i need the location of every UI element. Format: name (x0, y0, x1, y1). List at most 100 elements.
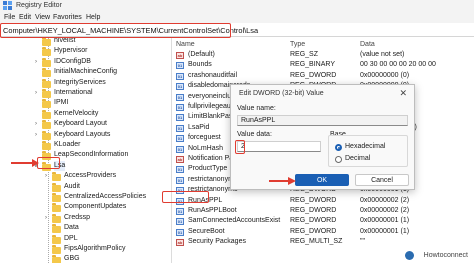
tree-item[interactable]: GBG (0, 254, 171, 263)
value-data-label: Value data: (237, 131, 272, 138)
hexadecimal-label[interactable]: Hexadecimal (345, 143, 385, 150)
tree-item[interactable]: CentralizedAccessPolicies (0, 192, 171, 202)
chevron-right-icon[interactable]: › (32, 57, 40, 67)
lsa-arrow-icon (11, 159, 39, 167)
ok-button[interactable]: OK (295, 174, 349, 186)
tree-item-label: AccessProviders (64, 172, 117, 180)
value-name-field[interactable]: RunAsPPL (237, 115, 408, 126)
folder-icon (52, 245, 61, 254)
tree-item-label: International (54, 89, 93, 96)
tree-item[interactable]: › Credssp (0, 213, 171, 223)
binary-value-icon: 01 (176, 166, 184, 174)
address-highlight (0, 23, 231, 38)
close-icon[interactable]: ✕ (399, 88, 407, 99)
cancel-button[interactable]: Cancel (355, 174, 409, 186)
tree-item[interactable]: KLoader (0, 140, 171, 150)
folder-icon (42, 99, 51, 109)
binary-value-icon: 01 (176, 176, 184, 184)
binary-value-icon: 01 (176, 72, 184, 80)
value-type: REG_DWORD (290, 207, 337, 214)
tree-item[interactable]: Hypervisor (0, 46, 171, 57)
value-data: 0x00000001 (1) (360, 227, 410, 235)
value-name: ProductType (188, 165, 228, 173)
tree-item-label: IntegrityServices (54, 78, 106, 86)
column-data[interactable]: Data (360, 41, 375, 48)
menu-help[interactable]: Help (86, 14, 100, 21)
binary-value-icon: 01 (176, 62, 184, 70)
value-data: 0x00000001 (1) (360, 217, 410, 225)
value-row[interactable]: 01 SamConnectedAccountsExist REG_DWORD 0x00… (173, 216, 474, 226)
folder-icon (42, 68, 51, 78)
value-name-label: Value name: (237, 105, 276, 112)
value-row[interactable]: 01 RunAsPPL REG_DWORD 0x00000002 (2) (173, 196, 474, 206)
value-type: REG_DWORD (290, 196, 337, 204)
value-row[interactable]: 01 crashonauditfail REG_DWORD 0x00000000 (0… (173, 71, 474, 81)
tree-item[interactable]: Data (0, 223, 171, 234)
tree-item[interactable]: DPL (0, 234, 171, 244)
value-row[interactable]: 01 SecureBoot REG_DWORD 0x00000001 (1) (173, 227, 474, 237)
tree-item-label: KernelVelocity (54, 109, 99, 117)
value-row[interactable]: 01 Bounds REG_BINARY 00 30 00 00 00 20 00 0… (173, 60, 474, 70)
tree-item-label: DPL (64, 234, 78, 242)
tree-item-label: IDConfigDB (54, 57, 91, 65)
value-data-highlight (235, 140, 245, 154)
binary-value-icon: 01 (176, 228, 184, 236)
menu-file[interactable]: File (4, 14, 15, 21)
binary-value-icon: 01 (176, 114, 184, 122)
chevron-right-icon[interactable]: › (42, 171, 50, 181)
tree-item[interactable]: IPMI (0, 98, 171, 109)
value-row[interactable]: 01 RunAsPPLBoot REG_DWORD 0x00000002 (2) (173, 206, 474, 216)
tree-item[interactable]: InitialMachineConfig (0, 67, 171, 78)
value-type: REG_DWORD (290, 227, 337, 235)
folder-icon (42, 38, 51, 46)
chevron-right-icon[interactable]: › (32, 88, 40, 98)
tree-item-label: Credssp (64, 213, 91, 221)
value-type: REG_DWORD (290, 217, 337, 225)
tree-item[interactable]: FipsAlgorithmPolicy (0, 244, 171, 254)
value-data-field[interactable]: 2 (237, 141, 321, 152)
tree-item-label: ComponentUpdates (64, 203, 127, 211)
tree-item[interactable]: › IDConfigDB (0, 57, 171, 67)
menu-edit[interactable]: Edit (19, 14, 31, 21)
hexadecimal-radio[interactable] (335, 144, 342, 151)
chevron-right-icon[interactable]: › (32, 119, 40, 129)
value-data: 00 30 00 00 00 20 00 00 (360, 61, 436, 69)
tree-item[interactable]: ComponentUpdates (0, 202, 171, 213)
tree-item[interactable]: hivelist (0, 38, 171, 46)
column-name[interactable]: Name (176, 41, 195, 48)
window-title: Registry Editor (16, 2, 62, 9)
folder-icon (42, 130, 51, 140)
binary-value-icon: 01 (176, 218, 184, 226)
tree-item-label: IPMI (54, 99, 69, 107)
folder-icon (52, 234, 61, 244)
title-bar: Registry Editor (0, 0, 474, 12)
value-row[interactable]: ab (Default) REG_SZ (value not set) (173, 50, 474, 60)
tree-item[interactable]: Audit (0, 182, 171, 192)
menu-favorites[interactable]: Favorites (53, 14, 82, 21)
base-group: Hexadecimal Decimal (328, 135, 408, 167)
value-name: RunAsPPLBoot (188, 207, 237, 214)
value-data: 0x00000002 (2) (360, 196, 410, 204)
decimal-radio[interactable] (335, 156, 342, 163)
chevron-right-icon[interactable]: › (42, 213, 50, 223)
decimal-label[interactable]: Decimal (345, 155, 370, 162)
value-type: REG_BINARY (290, 61, 335, 69)
key-tree[interactable]: hivelist Hypervisor › IDConfigDB InitialMach… (0, 38, 172, 263)
value-name: SamConnectedAccountsExist (188, 217, 281, 225)
tree-item[interactable]: KernelVelocity (0, 109, 171, 119)
tree-item[interactable]: › International (0, 88, 171, 98)
tree-item-label: Keyboard Layouts (54, 130, 111, 138)
column-type[interactable]: Type (290, 41, 305, 48)
menu-view[interactable]: View (35, 14, 50, 21)
binary-value-icon: 01 (176, 83, 184, 91)
chevron-right-icon[interactable]: › (32, 130, 40, 140)
tree-item[interactable]: › AccessProviders (0, 171, 171, 182)
tree-item[interactable]: IntegrityServices (0, 78, 171, 88)
tree-item[interactable]: › Keyboard Layout (0, 119, 171, 130)
value-name: SecureBoot (188, 227, 225, 235)
value-row[interactable]: ab Security Packages REG_MULTI_SZ "" (173, 237, 474, 247)
tree-item-label: LeapSecondInformation (54, 151, 129, 159)
tree-item[interactable]: › Keyboard Layouts (0, 130, 171, 140)
folder-icon (42, 57, 51, 67)
tree-item-label: InitialMachineConfig (54, 68, 118, 76)
